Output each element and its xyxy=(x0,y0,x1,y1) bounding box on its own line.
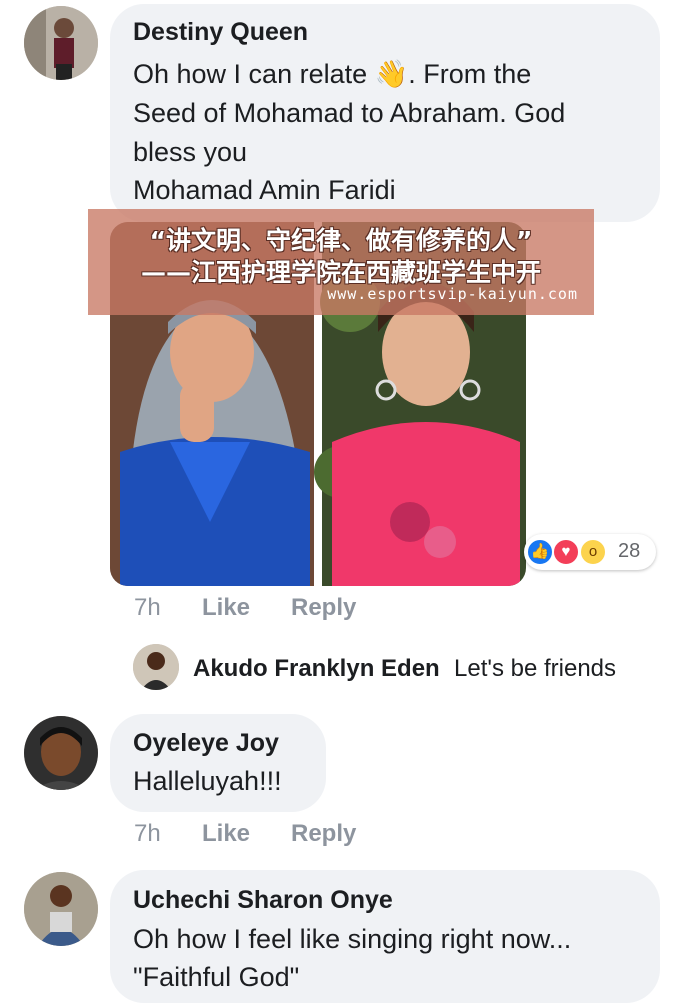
reply-button[interactable]: Reply xyxy=(291,820,356,848)
comment-text-line: Oh how I feel like singing right now... xyxy=(133,924,572,954)
wow-reaction-icon: o xyxy=(579,538,607,566)
comment-text-line: bless you xyxy=(133,137,248,167)
reaction-count: 28 xyxy=(618,540,641,562)
watermark-url: www.esportsvip-kaiyun.com xyxy=(327,285,578,303)
like-reaction-icon: 👍 xyxy=(526,538,554,566)
reply-text: Let's be friends xyxy=(454,655,617,682)
comment-author[interactable]: Uchechi Sharon Onye xyxy=(133,886,393,915)
comment-text-line: Oh how I can relate 👋. From the xyxy=(133,59,532,89)
comment-author[interactable]: Destiny Queen xyxy=(133,18,308,47)
avatar-akudo-franklyn-eden[interactable] xyxy=(133,644,179,690)
reaction-summary[interactable]: 👍 ♥ o 28 xyxy=(524,534,656,570)
love-reaction-icon: ♥ xyxy=(552,538,580,566)
comment-text-line: "Faithful God" xyxy=(133,962,300,992)
comment-timestamp: 7h xyxy=(134,594,161,621)
comment-author[interactable]: Oyeleye Joy xyxy=(133,729,279,758)
avatar-destiny-queen[interactable] xyxy=(24,6,98,80)
reply-button[interactable]: Reply xyxy=(291,594,356,622)
comment-text-line: Seed of Mohamad to Abraham. God xyxy=(133,98,566,128)
comment-timestamp: 7h xyxy=(134,820,161,847)
reply-author[interactable]: Akudo Franklyn Eden xyxy=(193,655,440,683)
watermark-banner: “讲文明、守纪律、做有修养的人” ——江西护理学院在西藏班学生中开 www.es… xyxy=(88,209,594,315)
like-button[interactable]: Like xyxy=(202,820,250,848)
comment-text-line: Halleluyah!!! xyxy=(133,766,282,796)
avatar-uchechi-sharon-onye[interactable] xyxy=(24,872,98,946)
like-button[interactable]: Like xyxy=(202,594,250,622)
avatar-oyeleye-joy[interactable] xyxy=(24,716,98,790)
comment-text-line: Mohamad Amin Faridi xyxy=(133,175,396,205)
watermark-line-2: ——江西护理学院在西藏班学生中开 xyxy=(140,258,541,287)
watermark-line-1: “讲文明、守纪律、做有修养的人” xyxy=(149,226,533,255)
